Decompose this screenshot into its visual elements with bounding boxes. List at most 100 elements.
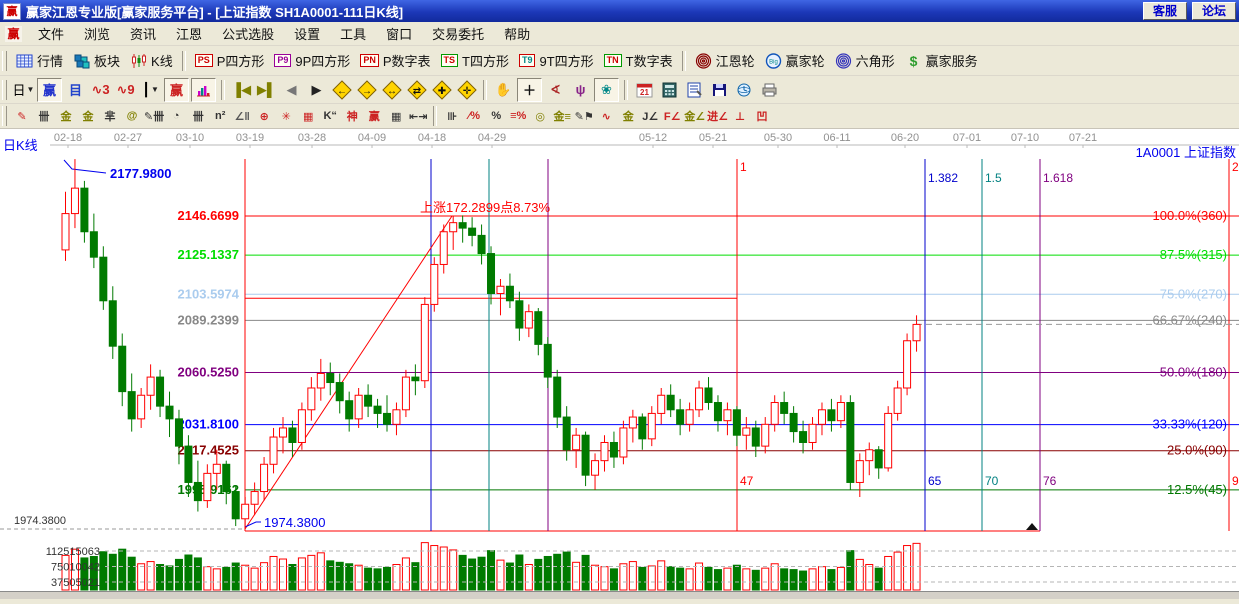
- tool-fib-comb-button[interactable]: 芈: [100, 107, 120, 126]
- tool-gold-2-button[interactable]: 金: [78, 107, 98, 126]
- chart-canvas[interactable]: 02-1802-2703-1003-1903-2804-0904-1804-29…: [0, 129, 1239, 599]
- calendar-button[interactable]: 21: [633, 79, 656, 101]
- tool-flag-pen-button[interactable]: ✎⚑: [574, 107, 594, 126]
- toolbar-t-square-button[interactable]: TST四方形: [436, 49, 514, 72]
- tool-gold-circle-button[interactable]: ◎: [530, 107, 550, 126]
- calculator-button[interactable]: [658, 79, 681, 101]
- toolbar-gann-wheel-button[interactable]: 江恩轮: [690, 49, 760, 72]
- menu-item-文件[interactable]: 文件: [28, 22, 74, 45]
- last-page-button[interactable]: ▶▌: [255, 79, 278, 101]
- svg-text:1: 1: [740, 160, 747, 174]
- tool-time-circle-button[interactable]: ◔: [166, 107, 186, 126]
- menu-item-江恩[interactable]: 江恩: [166, 22, 212, 45]
- svg-text:25.0%(90): 25.0%(90): [1167, 443, 1227, 458]
- svg-text:47: 47: [740, 474, 754, 488]
- crosshair-button[interactable]: ＋: [517, 78, 542, 102]
- page-prev-button[interactable]: ◀: [280, 79, 303, 101]
- support-button[interactable]: 客服: [1143, 2, 1187, 20]
- tool-angle-gold-button[interactable]: 金∠: [684, 107, 705, 126]
- smart-tool-button[interactable]: ❀: [594, 78, 619, 102]
- svg-text:33.33%(120): 33.33%(120): [1153, 417, 1227, 432]
- tool-pct-levels-button[interactable]: ≡%: [508, 107, 528, 126]
- tool-gold-1-button[interactable]: 金: [56, 107, 76, 126]
- menu-item-公式选股[interactable]: 公式选股: [212, 22, 284, 45]
- menu-item-工具[interactable]: 工具: [330, 22, 376, 45]
- tool-circle-cross-button[interactable]: ⊕: [254, 107, 274, 126]
- page-next-button[interactable]: ▶: [305, 79, 328, 101]
- tool-shen-button[interactable]: 神: [342, 107, 362, 126]
- toolbar-9p-square-button[interactable]: P99P四方形: [269, 49, 355, 72]
- tool-grid-box-button[interactable]: ▦: [298, 107, 318, 126]
- tool-pct-slash-button[interactable]: ∕%: [464, 107, 484, 126]
- menu-item-浏览[interactable]: 浏览: [74, 22, 120, 45]
- tool-gold-levels-2-button[interactable]: 金: [618, 107, 638, 126]
- toolbar-sectors-button[interactable]: 板块: [68, 49, 125, 72]
- winner-red-toggle-button[interactable]: 赢: [164, 78, 189, 102]
- zoom-expand-button[interactable]: ✚: [430, 79, 453, 101]
- zoom-horizontal-button[interactable]: ↔: [380, 79, 403, 101]
- tool-pct-button[interactable]: %: [486, 107, 506, 126]
- info-panel-button[interactable]: 目: [64, 79, 87, 101]
- zoom-expand-all-button[interactable]: ✛: [455, 79, 478, 101]
- world-time-button[interactable]: [733, 79, 756, 101]
- menu-item-资讯[interactable]: 资讯: [120, 22, 166, 45]
- tool-grid-123-button[interactable]: ▦: [386, 107, 406, 126]
- tool-ying-button[interactable]: 赢: [364, 107, 384, 126]
- toolbar-hexagon-button[interactable]: 六角形: [830, 49, 900, 72]
- tool-comb-2-icon: 卌: [193, 108, 204, 124]
- tool-starburst-button[interactable]: ✳: [276, 107, 296, 126]
- volume-style-button[interactable]: [191, 78, 216, 102]
- tool-pen-comb-button[interactable]: ✎卌: [144, 107, 164, 126]
- tool-span-button[interactable]: ⇤⇥: [408, 107, 428, 126]
- svg-text:2125.1337: 2125.1337: [178, 247, 239, 262]
- winner-blue-toggle-button[interactable]: 赢: [37, 78, 62, 102]
- zoom-compress-button[interactable]: ⇄: [405, 79, 428, 101]
- tool-t-line-button[interactable]: ⊥: [730, 107, 750, 126]
- toolbar-navigation: 日▼赢目∿3∿9┃▼赢▐◀▶▌◀▶←→↔⇄✚✛✋＋∢ψ❀21: [0, 76, 1239, 104]
- menu-item-设置[interactable]: 设置: [284, 22, 330, 45]
- zoom-right-button[interactable]: →: [355, 79, 378, 101]
- tool-spiral-button[interactable]: @: [122, 107, 142, 126]
- tool-box-pattern-button[interactable]: 凹: [752, 107, 772, 126]
- tool-angle-f-button[interactable]: F∠: [662, 107, 682, 126]
- candle-style-button[interactable]: ┃▼: [139, 79, 162, 101]
- tool-stats-button[interactable]: ⊪: [442, 107, 462, 126]
- toolbar-kline-button[interactable]: K线: [125, 49, 178, 72]
- menu-item-交易委托[interactable]: 交易委托: [422, 22, 494, 45]
- toolbar-p-square-button[interactable]: PSP四方形: [190, 49, 270, 72]
- forum-button[interactable]: 论坛: [1192, 2, 1236, 20]
- toolbar-9t-square-button[interactable]: T99T四方形: [514, 49, 599, 72]
- tool-wave-a-button[interactable]: ∿: [596, 107, 616, 126]
- tool-k-mark-button[interactable]: K“: [320, 107, 340, 126]
- tool-angle-lines-button[interactable]: ∠‖: [232, 107, 252, 126]
- toolbar-p-number-button[interactable]: PNP数字表: [355, 49, 435, 72]
- toolbar-winner-wheel-button[interactable]: Big赢家轮: [760, 49, 830, 72]
- tool-n2-button[interactable]: n²: [210, 107, 230, 126]
- toolbar-t-number-button[interactable]: TNT数字表: [599, 49, 678, 72]
- tool-angle-j-button[interactable]: J∠: [640, 107, 660, 126]
- notes-button[interactable]: [683, 79, 706, 101]
- menu-item-窗口[interactable]: 窗口: [376, 22, 422, 45]
- zoom-left-button[interactable]: ←: [330, 79, 353, 101]
- tool-gold-levels-button[interactable]: 金≡: [552, 107, 572, 126]
- tool-angle-speed-button[interactable]: 进∠: [707, 107, 728, 126]
- svg-text:87.5%(315): 87.5%(315): [1160, 247, 1227, 262]
- wave-3-button[interactable]: ∿3: [89, 79, 112, 101]
- chevron-down-icon: ▼: [27, 85, 35, 94]
- period-selector-button[interactable]: 日▼: [12, 79, 35, 101]
- menu-item-帮助[interactable]: 帮助: [494, 22, 540, 45]
- toolbar-main: 行情板块K线 PSP四方形P99P四方形PNP数字表TST四方形T99T四方形TN…: [0, 46, 1239, 76]
- gann-net-button[interactable]: ψ: [569, 79, 592, 101]
- angle-measure-button[interactable]: ∢: [544, 79, 567, 101]
- first-page-button[interactable]: ▐◀: [230, 79, 253, 101]
- save-button[interactable]: [708, 79, 731, 101]
- toolbar-quotes-button[interactable]: 行情: [11, 49, 68, 72]
- tool-pen-button[interactable]: ✎: [12, 107, 32, 126]
- tool-comb-2-button[interactable]: 卌: [188, 107, 208, 126]
- tool-flag-pen-icon: ✎⚑: [575, 110, 594, 123]
- toolbar-winner-service-button[interactable]: $赢家服务: [900, 49, 983, 72]
- print-button[interactable]: [758, 79, 781, 101]
- pan-hand-button[interactable]: ✋: [492, 79, 515, 101]
- wave-9-button[interactable]: ∿9: [114, 79, 137, 101]
- tool-cycle-lines-button[interactable]: 卌: [34, 107, 54, 126]
